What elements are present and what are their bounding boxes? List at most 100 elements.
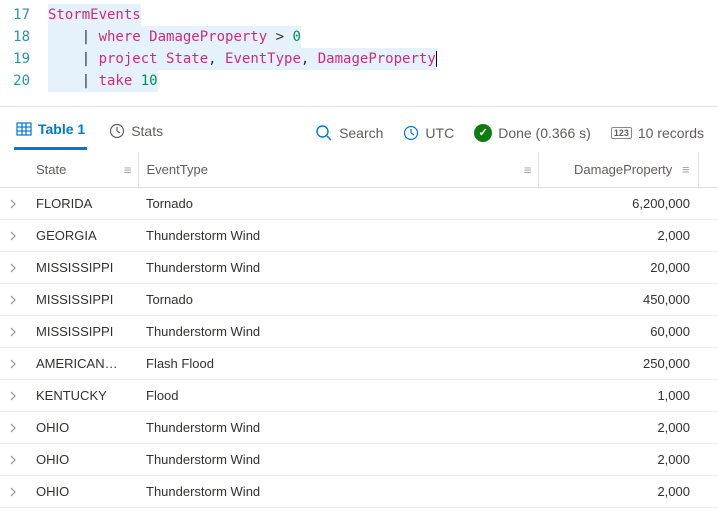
utc-label: UTC [425, 125, 454, 141]
cell-state: OHIO [28, 444, 138, 476]
results-table: State ≡ EventType ≡ DamageProperty ≡ FLO… [0, 152, 718, 508]
line-number: 18 [0, 26, 48, 48]
cell-event: Thunderstorm Wind [138, 220, 538, 252]
check-icon: ✓ [474, 124, 492, 142]
status-done: ✓ Done (0.366 s) [474, 124, 591, 142]
line-number: 20 [0, 70, 48, 92]
column-event-label: EventType [147, 162, 208, 177]
cell-state: OHIO [28, 476, 138, 508]
expand-row-button[interactable] [0, 348, 28, 380]
code-content[interactable]: | project State, EventType, DamageProper… [48, 48, 437, 70]
chevron-right-icon [8, 391, 18, 401]
cell-state: AMERICAN… [28, 348, 138, 380]
chevron-right-icon [8, 199, 18, 209]
cell-damage: 450,000 [538, 284, 698, 316]
record-count: 123 10 records [611, 125, 704, 141]
tab-stats[interactable]: Stats [107, 117, 165, 149]
column-damage[interactable]: DamageProperty ≡ [538, 152, 698, 188]
chevron-right-icon [8, 327, 18, 337]
expand-row-button[interactable] [0, 188, 28, 220]
chevron-right-icon [8, 359, 18, 369]
cell-damage: 2,000 [538, 476, 698, 508]
results-toolbar: Table 1 Stats Search UTC ✓ Done (0.366 s… [0, 106, 718, 150]
record-count-label: 10 records [638, 125, 704, 141]
code-line[interactable]: 17StormEvents [0, 4, 718, 26]
column-damage-label: DamageProperty [574, 162, 672, 177]
cell-spacer [698, 284, 718, 316]
search-button[interactable]: Search [315, 124, 383, 142]
cell-event: Thunderstorm Wind [138, 252, 538, 284]
table-row[interactable]: MISSISSIPPIThunderstorm Wind20,000 [0, 252, 718, 284]
hamburger-icon[interactable]: ≡ [682, 162, 690, 177]
cell-spacer [698, 380, 718, 412]
chevron-right-icon [8, 231, 18, 241]
cell-state: FLORIDA [28, 188, 138, 220]
expand-row-button[interactable] [0, 412, 28, 444]
cell-spacer [698, 412, 718, 444]
table-row[interactable]: MISSISSIPPIThunderstorm Wind60,000 [0, 316, 718, 348]
clock-icon [403, 125, 419, 141]
column-expand [0, 152, 28, 188]
column-state-label: State [36, 162, 66, 177]
chevron-right-icon [8, 295, 18, 305]
cell-spacer [698, 220, 718, 252]
table-row[interactable]: FLORIDATornado6,200,000 [0, 188, 718, 220]
table-row[interactable]: AMERICAN…Flash Flood250,000 [0, 348, 718, 380]
column-state[interactable]: State ≡ [28, 152, 138, 188]
cell-damage: 1,000 [538, 380, 698, 412]
code-line[interactable]: 19 | project State, EventType, DamagePro… [0, 48, 718, 70]
cell-state: MISSISSIPPI [28, 316, 138, 348]
cell-event: Tornado [138, 284, 538, 316]
cell-event: Thunderstorm Wind [138, 444, 538, 476]
cell-state: OHIO [28, 412, 138, 444]
code-content[interactable]: | where DamageProperty > 0 [48, 26, 301, 48]
cell-spacer [698, 252, 718, 284]
expand-row-button[interactable] [0, 316, 28, 348]
code-content[interactable]: | take 10 [48, 70, 158, 92]
table-row[interactable]: KENTUCKYFlood1,000 [0, 380, 718, 412]
tab-table[interactable]: Table 1 [14, 115, 87, 150]
cell-damage: 2,000 [538, 220, 698, 252]
column-event[interactable]: EventType ≡ [138, 152, 538, 188]
cell-event: Thunderstorm Wind [138, 412, 538, 444]
table-row[interactable]: MISSISSIPPITornado450,000 [0, 284, 718, 316]
utc-button[interactable]: UTC [403, 125, 454, 141]
line-number: 19 [0, 48, 48, 70]
code-line[interactable]: 18 | where DamageProperty > 0 [0, 26, 718, 48]
expand-row-button[interactable] [0, 284, 28, 316]
table-icon [16, 121, 32, 137]
cell-damage: 60,000 [538, 316, 698, 348]
cell-state: KENTUCKY [28, 380, 138, 412]
cell-event: Thunderstorm Wind [138, 316, 538, 348]
expand-row-button[interactable] [0, 252, 28, 284]
code-line[interactable]: 20 | take 10 [0, 70, 718, 92]
search-label: Search [339, 125, 383, 141]
table-row[interactable]: GEORGIAThunderstorm Wind2,000 [0, 220, 718, 252]
table-row[interactable]: OHIOThunderstorm Wind2,000 [0, 444, 718, 476]
table-row[interactable]: OHIOThunderstorm Wind2,000 [0, 412, 718, 444]
text-cursor [436, 51, 437, 67]
column-spacer [698, 152, 718, 188]
chevron-right-icon [8, 423, 18, 433]
clock-icon [109, 123, 125, 139]
cell-damage: 2,000 [538, 444, 698, 476]
hamburger-icon[interactable]: ≡ [524, 162, 532, 177]
expand-row-button[interactable] [0, 476, 28, 508]
expand-row-button[interactable] [0, 444, 28, 476]
chevron-right-icon [8, 487, 18, 497]
code-editor[interactable]: 17StormEvents18 | where DamageProperty >… [0, 0, 718, 96]
hamburger-icon[interactable]: ≡ [124, 162, 132, 177]
chevron-right-icon [8, 455, 18, 465]
line-number: 17 [0, 4, 48, 26]
expand-row-button[interactable] [0, 380, 28, 412]
cell-event: Thunderstorm Wind [138, 476, 538, 508]
cell-state: GEORGIA [28, 220, 138, 252]
table-row[interactable]: OHIOThunderstorm Wind2,000 [0, 476, 718, 508]
cell-state: MISSISSIPPI [28, 252, 138, 284]
cell-state: MISSISSIPPI [28, 284, 138, 316]
cell-spacer [698, 476, 718, 508]
cell-spacer [698, 444, 718, 476]
code-content[interactable]: StormEvents [48, 4, 141, 26]
expand-row-button[interactable] [0, 220, 28, 252]
cell-event: Flood [138, 380, 538, 412]
